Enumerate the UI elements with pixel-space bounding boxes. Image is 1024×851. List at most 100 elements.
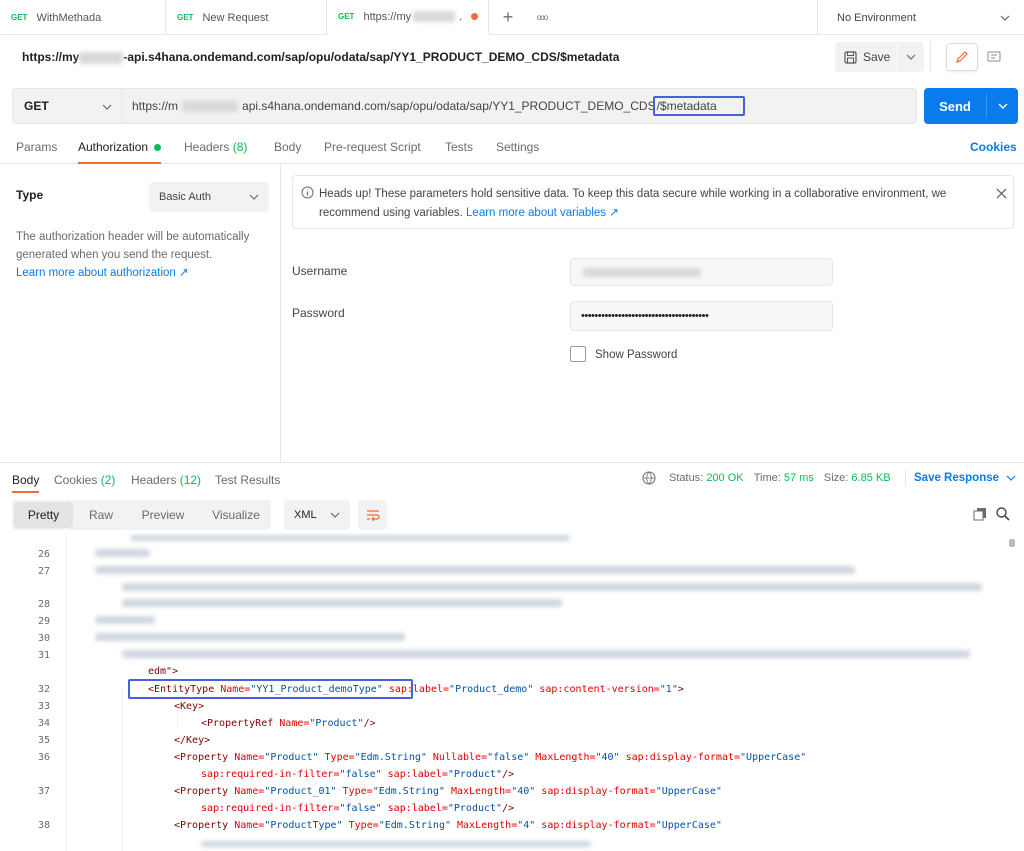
response-header: Body Cookies (2) Headers (12) Test Resul…: [0, 462, 1024, 493]
more-tabs-icon[interactable]: ooo: [530, 5, 554, 29]
redacted-text: [79, 51, 124, 64]
url-input[interactable]: https://m api.s4hana.ondemand.com/sap/opu…: [121, 88, 917, 124]
method-select[interactable]: GET: [12, 88, 122, 124]
code-line: sap:required-in-filter="false" sap:label…: [201, 803, 515, 814]
view-visualize-button[interactable]: Visualize: [204, 502, 268, 528]
tab-authorization[interactable]: Authorization: [78, 138, 162, 164]
cookies-link[interactable]: Cookies: [970, 138, 1017, 164]
save-button[interactable]: Save: [835, 42, 897, 72]
scrollbar-thumb[interactable]: [1009, 539, 1015, 547]
send-options-button[interactable]: [987, 88, 1018, 124]
learn-more-authorization-link[interactable]: Learn more about authorization ↗: [16, 265, 189, 279]
environment-label: No Environment: [837, 11, 916, 24]
send-button-group: Send: [924, 88, 1018, 124]
security-notice: Heads up! These parameters hold sensitiv…: [292, 175, 1014, 229]
response-body-code[interactable]: 26 27 28 29 30 31 edm"> 32 <EntityType N…: [0, 533, 1024, 851]
save-response-button[interactable]: Save Response: [914, 472, 1016, 484]
tab-tests[interactable]: Tests: [445, 138, 473, 164]
request-tab[interactable]: GET New Request: [166, 0, 327, 35]
divider: [930, 42, 931, 72]
show-password-checkbox[interactable]: [570, 346, 586, 362]
chevron-down-icon: [102, 104, 112, 110]
code-line: <Property Name="ProductType" Type="Edm.S…: [174, 820, 722, 831]
tab-headers[interactable]: Headers (8): [184, 138, 247, 164]
chevron-down-icon: [906, 54, 916, 60]
line-number: 32: [37, 684, 50, 695]
view-pretty-button[interactable]: Pretty: [14, 502, 73, 528]
tab-body[interactable]: Body: [274, 138, 301, 164]
auth-type-select[interactable]: Basic Auth: [149, 182, 269, 212]
response-meta: Status: 200 OK Time: 57 ms Size: 6.85 KB: [669, 472, 891, 484]
edit-button[interactable]: [946, 43, 978, 71]
auth-type-pane: Type Basic Auth The authorization header…: [0, 164, 281, 462]
username-field[interactable]: [570, 258, 833, 286]
save-button-group: Save: [835, 42, 924, 72]
line-number: 29: [37, 616, 50, 627]
code-line: edm">: [148, 666, 179, 677]
tab-response-body[interactable]: Body: [12, 471, 40, 493]
request-title[interactable]: https://my -api.s4hana.ondemand.com/sap/o…: [22, 50, 619, 64]
copy-icon[interactable]: [973, 507, 987, 521]
tab-response-headers[interactable]: Headers (12): [131, 471, 201, 497]
line-number: 26: [37, 549, 50, 560]
active-indicator-icon: [154, 144, 162, 152]
tab-prerequest-script[interactable]: Pre-request Script: [324, 138, 421, 164]
tab-settings[interactable]: Settings: [496, 138, 539, 164]
request-tab-bar: GET WithMethada GET New Request GET http…: [0, 0, 1024, 35]
comments-button[interactable]: [978, 43, 1010, 71]
url-middle: api.s4hana.ondemand.com/sap/opu/odata/sa…: [242, 99, 656, 113]
environment-selector[interactable]: No Environment: [817, 0, 1024, 35]
tab-label: New Request: [202, 11, 269, 24]
tab-label: WithMethada: [36, 11, 102, 24]
wrap-lines-icon: [366, 510, 380, 521]
save-options-button[interactable]: [898, 42, 924, 72]
view-raw-button[interactable]: Raw: [79, 502, 123, 528]
password-field[interactable]: ••••••••••••••••••••••••••••••••••••••: [570, 301, 833, 331]
method-value: GET: [24, 99, 49, 113]
title-suffix: -api.s4hana.ondemand.com/sap/opu/odata/s…: [123, 50, 620, 64]
search-icon[interactable]: [996, 507, 1010, 521]
new-tab-plus-icon[interactable]: +: [496, 5, 520, 29]
line-number: 38: [37, 820, 50, 831]
send-button[interactable]: Send: [924, 88, 986, 124]
wrap-lines-button[interactable]: [358, 500, 387, 530]
globe-icon[interactable]: [642, 471, 656, 485]
auth-type-value: Basic Auth: [159, 191, 211, 203]
type-label: Type: [16, 188, 44, 202]
code-line: sap:required-in-filter="false" sap:label…: [201, 769, 515, 780]
view-preview-button[interactable]: Preview: [132, 502, 194, 528]
redacted-text: [583, 267, 701, 277]
tab-response-cookies[interactable]: Cookies (2): [54, 471, 115, 497]
save-label: Save: [863, 50, 891, 64]
chevron-down-icon: [330, 512, 340, 518]
tab-label: https://my: [363, 10, 412, 23]
format-select[interactable]: XML: [284, 500, 350, 530]
line-number: 34: [37, 718, 50, 729]
tab-params[interactable]: Params: [16, 138, 57, 164]
line-number: 37: [37, 786, 50, 797]
request-tab-active[interactable]: GET https://my .: [327, 0, 489, 35]
code-line: <Property Name="Product" Type="Edm.Strin…: [174, 752, 807, 763]
learn-more-variables-link[interactable]: Learn more about variables ↗: [466, 207, 619, 219]
code-line: <PropertyRef Name="Product"/>: [201, 718, 376, 729]
password-label: Password: [292, 306, 345, 320]
code-line: </Key>: [174, 735, 211, 746]
title-prefix: https://my: [22, 50, 80, 64]
close-icon[interactable]: [996, 188, 1007, 199]
metadata-highlight-box: /$metadata: [652, 96, 745, 116]
method-label: GET: [11, 13, 28, 22]
code-line: <EntityType Name="YY1_Product_demoType" …: [148, 684, 684, 695]
comment-icon: [987, 51, 1001, 61]
chevron-down-icon: [998, 103, 1007, 109]
format-value: XML: [294, 509, 317, 521]
redacted-text: [182, 100, 239, 112]
notice-text: Heads up! These parameters hold sensitiv…: [319, 188, 947, 219]
code-line: <Property Name="Product_01" Type="Edm.St…: [174, 786, 722, 797]
size-value: 6.85 KB: [851, 472, 891, 484]
username-label: Username: [292, 264, 348, 278]
status-value: 200 OK: [706, 472, 744, 484]
request-config-tabs: Params Authorization Headers (8) Body Pr…: [0, 138, 1024, 164]
request-tab[interactable]: GET WithMethada: [0, 0, 166, 35]
method-label: GET: [338, 12, 355, 21]
tab-test-results[interactable]: Test Results: [215, 471, 280, 497]
